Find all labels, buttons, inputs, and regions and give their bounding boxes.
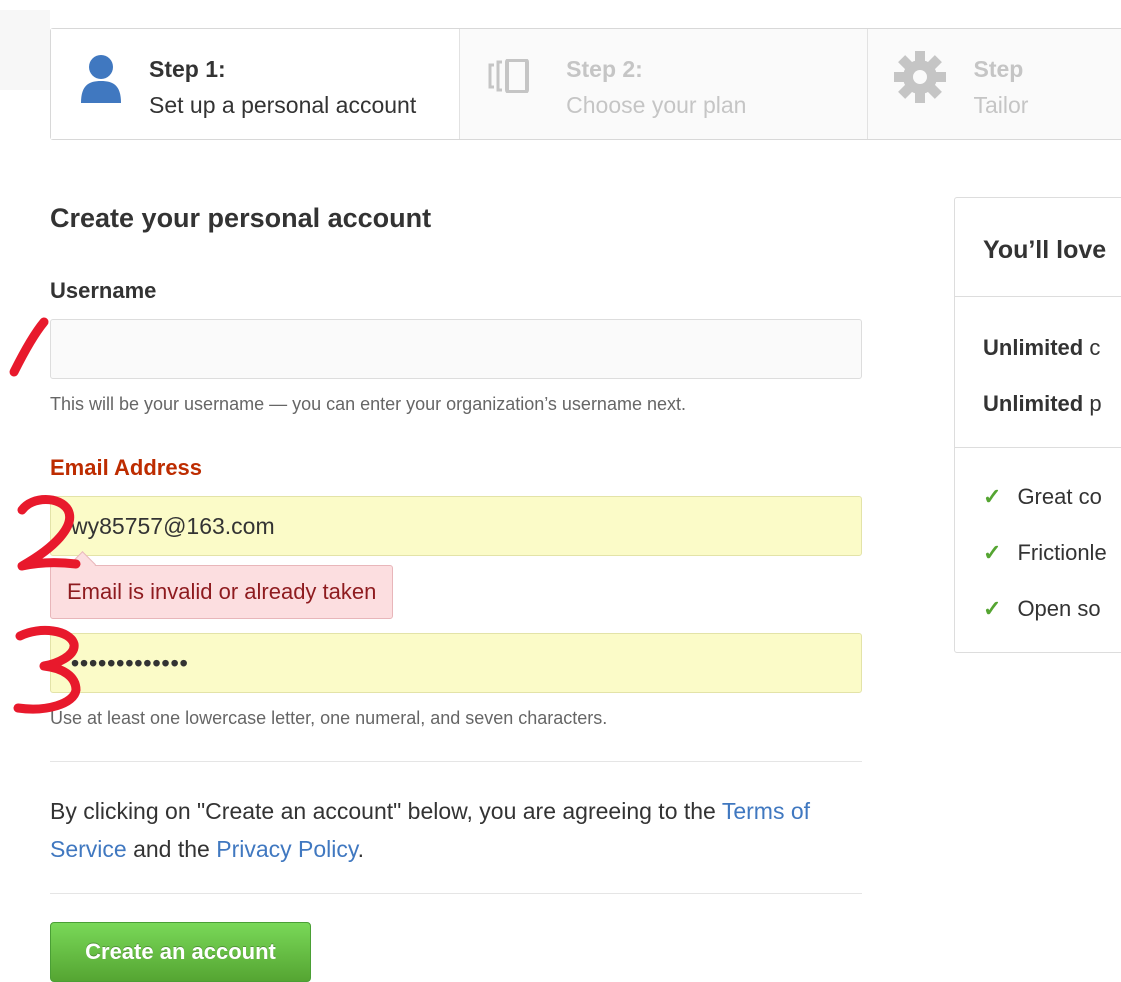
check-icon: ✓	[983, 540, 1001, 565]
agree-prefix: By clicking on "Create an account" below…	[50, 798, 722, 824]
agree-suffix: .	[358, 836, 364, 862]
step-3-title: Step	[974, 56, 1024, 83]
panel-divider-1	[955, 296, 1121, 297]
agree-mid: and the	[127, 836, 217, 862]
panel-title: You’ll love	[983, 236, 1106, 265]
terms-agreement: By clicking on "Create an account" below…	[50, 792, 862, 868]
panel-check-2: ✓ Frictionle	[983, 540, 1107, 566]
step-1: Step 1: Set up a personal account	[51, 29, 460, 139]
top-strip	[0, 0, 1121, 10]
panel-check-3-text: Open so	[1017, 596, 1100, 621]
panel-feature-1-rest: c	[1083, 335, 1100, 360]
create-account-button[interactable]: Create an account	[50, 922, 311, 982]
email-input[interactable]	[50, 496, 862, 556]
email-error-tooltip: Email is invalid or already taken	[50, 565, 393, 619]
gear-icon	[894, 51, 946, 108]
check-icon: ✓	[983, 596, 1001, 621]
email-label: Email Address	[50, 455, 202, 481]
panel-check-3: ✓ Open so	[983, 596, 1101, 622]
panel-feature-1-bold: Unlimited	[983, 335, 1083, 360]
username-label: Username	[50, 278, 156, 304]
privacy-policy-link[interactable]: Privacy Policy	[216, 836, 357, 862]
step-2-subtitle: Choose your plan	[566, 92, 746, 119]
password-note: Use at least one lowercase letter, one n…	[50, 708, 607, 729]
panel-check-1-text: Great co	[1017, 484, 1101, 509]
panel-feature-2: Unlimited p	[983, 391, 1102, 417]
panel-feature-2-bold: Unlimited	[983, 391, 1083, 416]
panel-check-2-text: Frictionle	[1017, 540, 1106, 565]
person-icon	[79, 53, 123, 108]
username-note: This will be your username — you can ent…	[50, 394, 686, 415]
divider-bottom	[50, 893, 862, 894]
step-1-subtitle: Set up a personal account	[149, 92, 416, 119]
username-input[interactable]	[50, 319, 862, 379]
benefits-panel: You’ll love Unlimited c Unlimited p ✓ Gre…	[954, 197, 1121, 653]
step-2: Step 2: Choose your plan	[460, 29, 867, 139]
signup-steps: Step 1: Set up a personal account Step 2…	[50, 28, 1121, 140]
left-edge-shade	[0, 10, 50, 90]
check-icon: ✓	[983, 484, 1001, 509]
step-3-subtitle: Tailor	[974, 92, 1029, 119]
panel-feature-2-rest: p	[1083, 391, 1101, 416]
step-2-title: Step 2:	[566, 56, 643, 83]
panel-feature-1: Unlimited c	[983, 335, 1100, 361]
divider-top	[50, 761, 862, 762]
step-3: Step Tailor	[868, 29, 1121, 139]
step-1-title: Step 1:	[149, 56, 226, 83]
annotation-number-1	[14, 322, 44, 372]
form-heading: Create your personal account	[50, 203, 431, 234]
plan-icon	[486, 59, 538, 98]
password-input[interactable]	[50, 633, 862, 693]
panel-check-1: ✓ Great co	[983, 484, 1102, 510]
panel-divider-2	[955, 447, 1121, 448]
